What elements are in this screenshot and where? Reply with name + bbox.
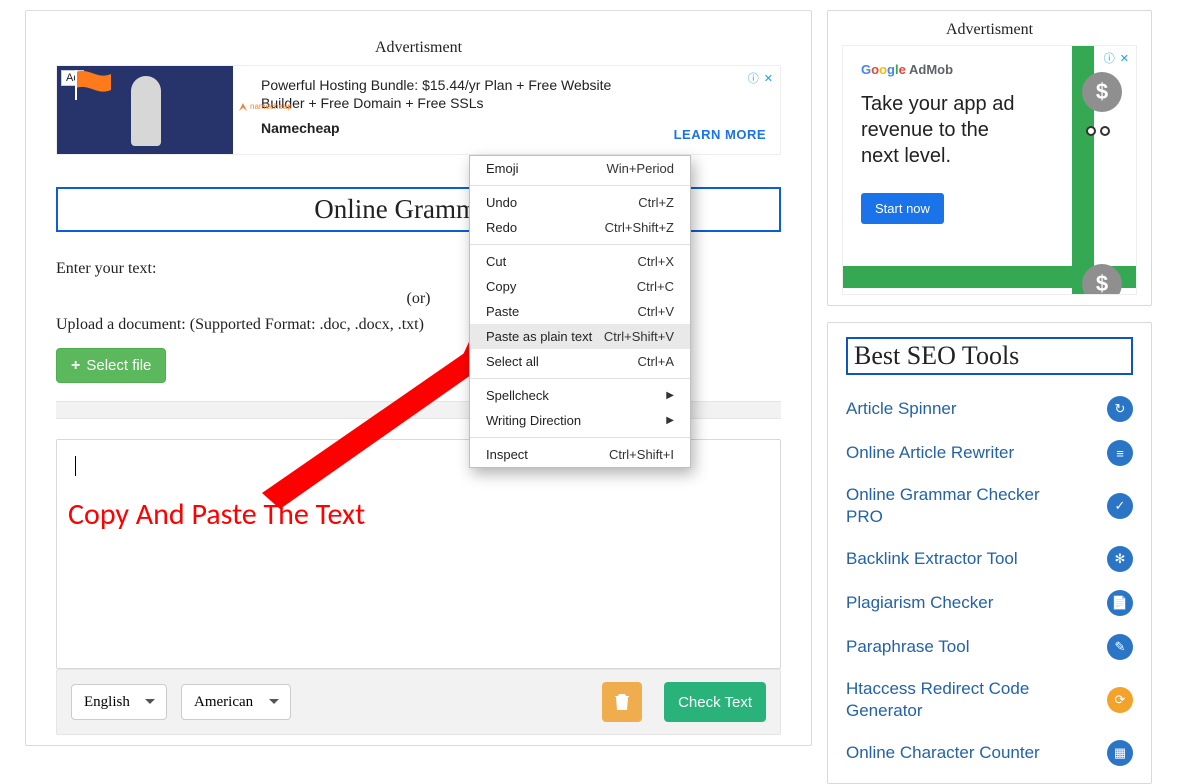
context-menu-shortcut: Win+Period (606, 161, 674, 176)
context-menu-separator (470, 185, 690, 186)
context-menu-item-label: Inspect (486, 447, 528, 462)
context-menu-shortcut: Ctrl+Shift+Z (605, 220, 674, 235)
context-menu-item-label: Emoji (486, 161, 519, 176)
ad-banner[interactable]: Ad namecheap Powerful Hosting Bundle: $1… (56, 65, 781, 155)
tool-link[interactable]: Online Grammar Checker PRO (846, 484, 1066, 528)
context-menu-shortcut: Ctrl+V (638, 304, 674, 319)
tool-row: Htaccess Redirect Code Generator ⟳ (846, 669, 1133, 731)
context-menu-shortcut: Ctrl+A (638, 354, 674, 369)
coin-icon: $ (1082, 72, 1122, 112)
clear-button[interactable] (602, 682, 642, 722)
context-menu-item[interactable]: Spellcheck ▶ (470, 383, 690, 408)
context-menu-item[interactable]: Copy Ctrl+C (470, 274, 690, 299)
ad-illustration: Ad (57, 66, 233, 155)
language-select[interactable]: English (71, 684, 167, 720)
tool-link[interactable]: Online Character Counter (846, 742, 1040, 764)
context-menu-item[interactable]: Undo Ctrl+Z (470, 190, 690, 215)
select-file-label: Select file (86, 357, 151, 374)
tool-row: Article Spinner ↻ (846, 387, 1133, 431)
context-menu-item[interactable]: Writing Direction ▶ (470, 408, 690, 433)
brand-logo: namecheap (239, 102, 292, 111)
tool-row: Plagiarism Checker 📄 (846, 581, 1133, 625)
chevron-right-icon: ▶ (666, 390, 674, 401)
flag-graphic (75, 70, 127, 100)
context-menu-shortcut: Ctrl+C (637, 279, 674, 294)
context-menu-separator (470, 437, 690, 438)
context-menu-shortcut: Ctrl+Shift+V (604, 329, 674, 344)
sidebar-ad-label: Advertisment (842, 21, 1137, 39)
tool-link[interactable]: Plagiarism Checker (846, 592, 993, 614)
context-menu-item[interactable]: Emoji Win+Period (470, 156, 690, 181)
tool-link[interactable]: Htaccess Redirect Code Generator (846, 678, 1066, 722)
tool-row: Online Article Rewriter ≡ (846, 431, 1133, 475)
text-editor[interactable] (56, 439, 781, 669)
context-menu-item-label: Redo (486, 220, 517, 235)
context-menu-item[interactable]: Redo Ctrl+Shift+Z (470, 215, 690, 240)
tool-row: Paraphrase Tool ✎ (846, 625, 1133, 669)
context-menu-shortcut: Ctrl+Shift+I (609, 447, 674, 462)
tool-row: Online Character Counter ▦ (846, 731, 1133, 775)
plus-icon: + (71, 358, 80, 374)
ad-choices-icons[interactable]: ⓘ ✕ (1104, 50, 1130, 66)
tool-icon: 📄 (1107, 590, 1133, 616)
context-menu-item-label: Paste (486, 304, 519, 319)
context-menu-separator (470, 378, 690, 379)
context-menu-item-label: Undo (486, 195, 517, 210)
check-text-button[interactable]: Check Text (664, 682, 766, 722)
context-menu-item-label: Copy (486, 279, 516, 294)
seo-tools-title: Best SEO Tools (846, 337, 1133, 375)
eyes-icon (1086, 126, 1114, 140)
trash-icon (614, 693, 630, 711)
tool-link[interactable]: Paraphrase Tool (846, 636, 970, 658)
admob-ad[interactable]: ⓘ ✕ Google AdMob Take your app ad revenu… (842, 45, 1137, 295)
tool-link[interactable]: Article Spinner (846, 398, 957, 420)
tool-icon: ✎ (1107, 634, 1133, 660)
tool-icon: ≡ (1107, 440, 1133, 466)
context-menu-item[interactable]: Paste Ctrl+V (470, 299, 690, 324)
ad-title: Powerful Hosting Bundle: $15.44/yr Plan … (261, 76, 621, 112)
tool-icon: ↻ (1107, 396, 1133, 422)
seo-tools-list: Article Spinner ↻ Online Article Rewriter ≡… (846, 387, 1133, 775)
ad-label: Advertisment (56, 39, 781, 57)
admob-cta[interactable]: Start now (861, 193, 944, 224)
tool-row: Backlink Extractor Tool ✻ (846, 537, 1133, 581)
context-menu-item-label: Paste as plain text (486, 329, 592, 344)
context-menu-item[interactable]: Select all Ctrl+A (470, 349, 690, 374)
tool-link[interactable]: Online Article Rewriter (846, 442, 1014, 464)
context-menu-item[interactable]: Inspect Ctrl+Shift+I (470, 442, 690, 467)
chevron-right-icon: ▶ (666, 415, 674, 426)
tool-icon: ✓ (1107, 493, 1133, 519)
context-menu-item-label: Select all (486, 354, 539, 369)
select-file-button[interactable]: + Select file (56, 348, 166, 383)
tool-row: Online Grammar Checker PRO ✓ (846, 475, 1133, 537)
admob-headline: Take your app ad revenue to the next lev… (861, 91, 1031, 169)
context-menu-shortcut: Ctrl+X (638, 254, 674, 269)
text-cursor (75, 456, 76, 476)
main-card: Advertisment Ad namecheap Powerful Hosti… (25, 10, 812, 746)
tool-link[interactable]: Backlink Extractor Tool (846, 548, 1018, 570)
context-menu-item-label: Spellcheck (486, 388, 549, 403)
sidebar-ad-card: Advertisment ⓘ ✕ Google AdMob Take your … (827, 10, 1152, 306)
context-menu-item-label: Cut (486, 254, 506, 269)
variant-select[interactable]: American (181, 684, 291, 720)
tool-icon: ▦ (1107, 740, 1133, 766)
ad-cta[interactable]: LEARN MORE (674, 127, 766, 142)
ad-choices-icons[interactable]: ⓘ ✕ (748, 70, 774, 86)
context-menu-item[interactable]: Cut Ctrl+X (470, 249, 690, 274)
context-menu-shortcut: Ctrl+Z (638, 195, 674, 210)
tool-icon: ✻ (1107, 546, 1133, 572)
seo-tools-card: Best SEO Tools Article Spinner ↻ Online Ar… (827, 322, 1152, 784)
context-menu-item[interactable]: Paste as plain text Ctrl+Shift+V (470, 324, 690, 349)
rocket-graphic (131, 76, 161, 146)
context-menu-separator (470, 244, 690, 245)
context-menu[interactable]: Emoji Win+Period Undo Ctrl+Z Redo Ctrl+Shift+… (469, 155, 691, 468)
bottom-toolbar: English American Check Text (56, 669, 781, 735)
tool-icon: ⟳ (1107, 687, 1133, 713)
context-menu-item-label: Writing Direction (486, 413, 581, 428)
